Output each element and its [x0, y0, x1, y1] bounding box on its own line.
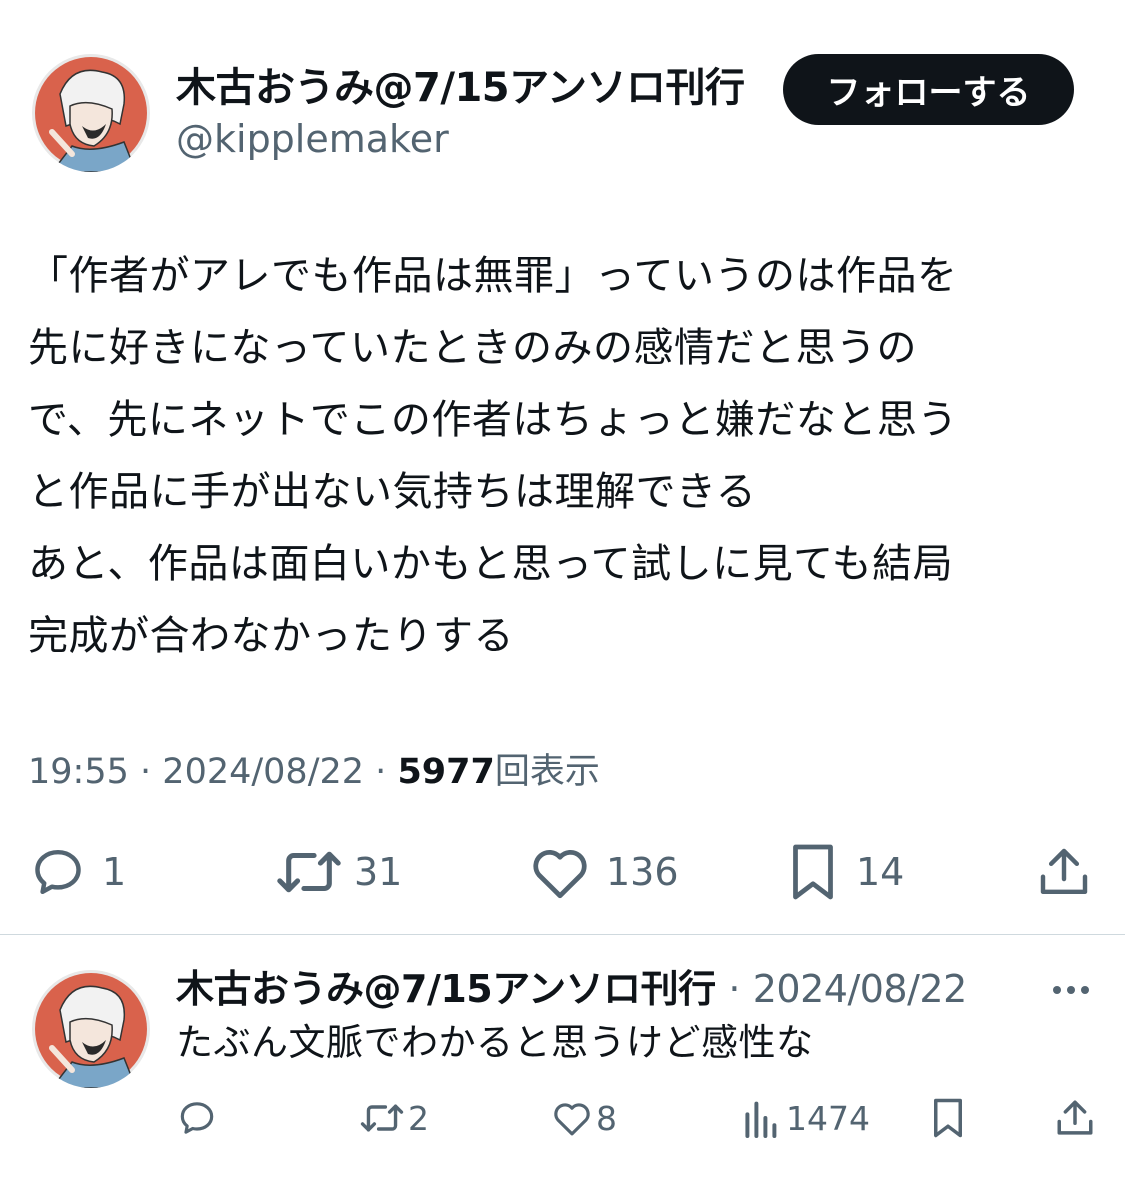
author-handle[interactable]: @kipplemaker: [176, 116, 449, 162]
tweet-text-line: 先に好きになっていたときのみの感情だと思うの: [28, 325, 917, 371]
tweet-text: 「作者がアレでも作品は無罪」っていうのは作品を 先に好きになっていたときのみの感…: [28, 240, 1098, 672]
avatar-illustration: [32, 54, 150, 172]
reply-author-avatar[interactable]: [32, 970, 150, 1088]
retweet-icon: [360, 1104, 404, 1132]
follow-button[interactable]: フォローする: [783, 54, 1074, 125]
reply-views-count: 1474: [786, 1098, 870, 1138]
share-icon: [1040, 848, 1088, 895]
reply-date[interactable]: 2024/08/22: [753, 967, 968, 1011]
views-label: 回表示: [494, 752, 600, 792]
like-count: 136: [606, 850, 679, 894]
bookmark-icon: [934, 1098, 962, 1138]
reply-bookmark-action[interactable]: [930, 1096, 966, 1140]
tweet-text-line: で、先にネットでこの作者はちょっと嫌だなと思う: [28, 397, 958, 443]
views-count: 5977: [397, 752, 495, 792]
reply-retweet-action[interactable]: 2: [360, 1096, 429, 1140]
reply-share-action[interactable]: [1054, 1096, 1096, 1140]
meta-separator: ·: [728, 967, 741, 1011]
retweet-action[interactable]: 31: [276, 842, 402, 902]
reply-icon: [35, 849, 81, 895]
bookmark-icon: [793, 844, 833, 900]
bookmark-action[interactable]: 14: [786, 842, 904, 902]
tweet-meta: 19:55 · 2024/08/22 · 5977回表示: [28, 750, 600, 794]
more-button[interactable]: [1048, 972, 1094, 1008]
share-action[interactable]: [1036, 842, 1092, 902]
author-name[interactable]: 木古おうみ@7/15アンソロ刊行: [176, 64, 745, 112]
tweet-text-line: あと、作品は面白いかもと思って試しに見ても結局: [28, 541, 954, 587]
more-icon: [1053, 986, 1089, 994]
share-icon: [1057, 1100, 1093, 1135]
reply-like-action[interactable]: 8: [552, 1096, 617, 1140]
author-avatar[interactable]: [32, 54, 150, 172]
meta-separator: ·: [375, 752, 387, 792]
retweet-icon: [277, 851, 341, 893]
reply-author-name[interactable]: 木古おうみ@7/15アンソロ刊行: [176, 967, 716, 1011]
reply-like-count: 8: [596, 1098, 617, 1138]
views-icon: [745, 1101, 777, 1138]
reply-views-action[interactable]: 1474: [742, 1096, 870, 1140]
tweet-date[interactable]: 2024/08/22: [162, 752, 364, 792]
meta-separator: ·: [140, 752, 152, 792]
reply-count: 1: [102, 850, 127, 894]
reply-reply-action[interactable]: [176, 1096, 218, 1140]
reply-text: たぶん文脈でわかると思うけど感性な: [176, 1021, 814, 1064]
avatar-illustration: [32, 970, 150, 1088]
retweet-count: 31: [354, 850, 403, 894]
like-icon: [533, 850, 587, 899]
reply-icon: [180, 1102, 214, 1134]
like-icon: [554, 1103, 590, 1136]
reply-retweet-count: 2: [408, 1098, 429, 1138]
like-action[interactable]: 136: [530, 842, 679, 902]
reply-header: 木古おうみ@7/15アンソロ刊行 · 2024/08/22: [176, 966, 967, 1012]
tweet-time[interactable]: 19:55: [28, 752, 129, 792]
reply-action[interactable]: 1: [28, 842, 126, 902]
divider: [0, 934, 1125, 935]
bookmark-count: 14: [856, 850, 905, 894]
tweet-text-line: と作品に手が出ない気持ちは理解できる: [28, 469, 757, 515]
tweet-text-line: 完成が合わなかったりする: [28, 613, 514, 659]
tweet-text-line: 「作者がアレでも作品は無罪」っていうのは作品を: [28, 253, 958, 299]
